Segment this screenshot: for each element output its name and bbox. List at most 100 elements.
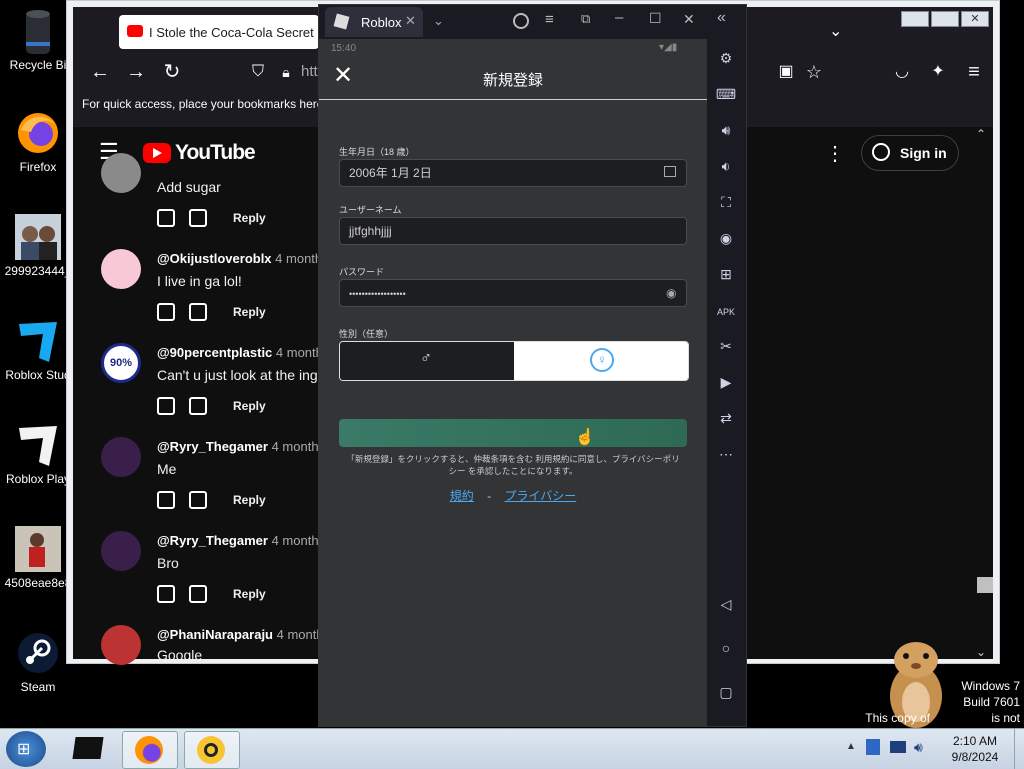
password-field[interactable]: •••••••••••••••••• ◉ xyxy=(339,279,687,307)
scrollbar-thumb[interactable] xyxy=(977,577,993,593)
shield-icon[interactable]: ⛉ xyxy=(245,59,271,85)
taskbar-app-firefox[interactable] xyxy=(122,731,178,769)
dislike-icon[interactable] xyxy=(189,209,207,227)
taskbar-app-emulator[interactable] xyxy=(184,731,240,769)
watermark-line-3a: This copy of xyxy=(865,711,930,725)
more-options-icon[interactable]: ⋯ xyxy=(715,443,737,465)
desktop-icon-firefox[interactable]: Firefox xyxy=(0,110,76,174)
avatar[interactable] xyxy=(101,153,141,193)
android-recents-icon[interactable]: ▢ xyxy=(715,681,737,703)
record-video-icon[interactable]: ▶ xyxy=(715,371,737,393)
taskbar-app-roblox[interactable] xyxy=(62,731,116,767)
screenshot-scissors-icon[interactable]: ✂ xyxy=(715,335,737,357)
collapse-sidebar-icon[interactable]: « xyxy=(717,9,726,27)
show-password-eye-icon[interactable]: ◉ xyxy=(666,280,676,306)
like-icon[interactable] xyxy=(157,303,175,321)
multi-instance-icon[interactable]: ⊞ xyxy=(715,263,737,285)
desktop-icon-photo-2[interactable]: 4508eae8e8 xyxy=(0,526,76,590)
desktop-icon-photo-1[interactable]: 299923444_ xyxy=(0,214,76,278)
tab-close-icon[interactable]: ✕ xyxy=(405,13,416,29)
tray-volume-icon[interactable]: 🔊︎ xyxy=(914,739,923,756)
menu-icon[interactable]: ≡ xyxy=(961,59,987,85)
menu-icon[interactable]: ≡ xyxy=(545,11,554,28)
pocket-icon[interactable]: ◡ xyxy=(889,59,915,85)
like-icon[interactable] xyxy=(157,491,175,509)
desktop-icon-roblox-studio[interactable]: Roblox Stud xyxy=(0,318,76,382)
comment-author[interactable]: @PhaniNaraparaju 4 months xyxy=(157,627,330,642)
avatar[interactable] xyxy=(101,625,141,665)
birthday-field[interactable]: 2006年 1月 2日 xyxy=(339,159,687,187)
list-all-tabs-chevron-icon[interactable]: ⌄ xyxy=(829,21,842,41)
reply-button[interactable]: Reply xyxy=(233,587,266,601)
sync-icon[interactable]: ⇄ xyxy=(715,407,737,429)
volume-up-icon[interactable]: 🔊︎ xyxy=(715,119,737,141)
scroll-up-arrow-icon[interactable]: ⌃ xyxy=(976,127,986,141)
reply-button[interactable]: Reply xyxy=(233,305,266,319)
url-bar-text[interactable]: htt xyxy=(301,63,318,80)
signup-submit-button[interactable] xyxy=(339,419,687,447)
emulator-tab[interactable]: Roblox ✕ xyxy=(325,7,423,37)
show-desktop-button[interactable] xyxy=(1014,729,1024,769)
reply-button[interactable]: Reply xyxy=(233,493,266,507)
fullscreen-icon[interactable]: ⛶ xyxy=(715,191,737,213)
password-value: •••••••••••••••••• xyxy=(349,289,406,299)
reply-button[interactable]: Reply xyxy=(233,399,266,413)
more-options-icon[interactable]: ⋮ xyxy=(825,141,845,166)
like-icon[interactable] xyxy=(157,209,175,227)
dislike-icon[interactable] xyxy=(189,491,207,509)
settings-gear-icon[interactable]: ⚙ xyxy=(715,47,737,69)
reload-icon[interactable]: ↻ xyxy=(159,59,185,85)
avatar[interactable] xyxy=(101,437,141,477)
avatar[interactable] xyxy=(101,531,141,571)
account-icon[interactable] xyxy=(513,13,529,29)
dislike-icon[interactable] xyxy=(189,397,207,415)
tray-network-icon[interactable] xyxy=(890,741,906,753)
username-field[interactable]: jjtfghhjjjj xyxy=(339,217,687,245)
desktop-icon-recycle-bin[interactable]: Recycle Bi xyxy=(0,8,76,72)
close-icon[interactable]: ✕ xyxy=(961,11,989,27)
comment-text: I live in ga lol! xyxy=(157,273,242,289)
like-icon[interactable] xyxy=(157,585,175,603)
desktop-icon-steam[interactable]: Steam xyxy=(0,630,76,694)
desktop-icon-roblox-player[interactable]: Roblox Play xyxy=(0,422,76,486)
dislike-icon[interactable] xyxy=(189,303,207,321)
terms-link[interactable]: 規約 xyxy=(450,489,474,503)
calendar-icon[interactable] xyxy=(664,166,676,177)
start-button[interactable]: ⊞ xyxy=(6,731,46,767)
scroll-down-arrow-icon[interactable]: ⌄ xyxy=(976,645,986,659)
gender-male-button[interactable]: ♂ xyxy=(340,342,514,380)
minimize-icon[interactable]: – xyxy=(615,9,623,26)
maximize-icon[interactable]: ☐ xyxy=(649,10,662,27)
apk-install-icon[interactable]: APK xyxy=(715,301,737,323)
mouse-lock-icon[interactable]: ◉ xyxy=(715,227,737,249)
back-icon[interactable]: ← xyxy=(87,59,113,85)
forward-icon[interactable]: → xyxy=(123,59,149,85)
comment-author[interactable]: @90percentplastic 4 months xyxy=(157,345,329,360)
screenshot-icon[interactable]: ▣ xyxy=(773,59,799,85)
tab-dropdown-icon[interactable]: ⌄ xyxy=(433,13,444,29)
close-icon[interactable]: ✕ xyxy=(683,11,695,28)
volume-down-icon[interactable]: 🔉︎ xyxy=(715,155,737,177)
bookmark-star-icon[interactable]: ☆ xyxy=(801,59,827,85)
tray-bluetooth-icon[interactable] xyxy=(866,739,880,755)
gender-female-button[interactable]: ♀ xyxy=(514,342,688,380)
privacy-link[interactable]: プライバシー xyxy=(504,489,576,503)
popout-icon[interactable]: ⧉ xyxy=(581,11,590,27)
avatar[interactable]: 90% xyxy=(101,343,141,383)
browser-tab[interactable]: I Stole the Coca-Cola Secret For xyxy=(119,15,319,49)
emulator-sidebar: ⚙ ⌨ 🔊︎ 🔉︎ ⛶ ◉ ⊞ APK ✂ ▶ ⇄ ⋯ ◁ ○ ▢ xyxy=(707,39,746,726)
taskbar-clock[interactable]: 2:10 AM 9/8/2024 xyxy=(940,733,1010,765)
keyboard-icon[interactable]: ⌨ xyxy=(715,83,737,105)
show-hidden-icons-icon[interactable]: ▲ xyxy=(846,741,856,752)
sign-in-button[interactable]: Sign in xyxy=(861,135,959,171)
dislike-icon[interactable] xyxy=(189,585,207,603)
reply-button[interactable]: Reply xyxy=(233,211,266,225)
android-back-icon[interactable]: ◁ xyxy=(715,593,737,615)
minimize-icon[interactable] xyxy=(901,11,929,27)
avatar[interactable] xyxy=(101,249,141,289)
maximize-icon[interactable] xyxy=(931,11,959,27)
like-icon[interactable] xyxy=(157,397,175,415)
comment-author[interactable]: @Okijustloveroblx 4 months a xyxy=(157,251,340,266)
android-home-icon[interactable]: ○ xyxy=(715,637,737,659)
extensions-icon[interactable]: ✦ xyxy=(925,59,951,85)
